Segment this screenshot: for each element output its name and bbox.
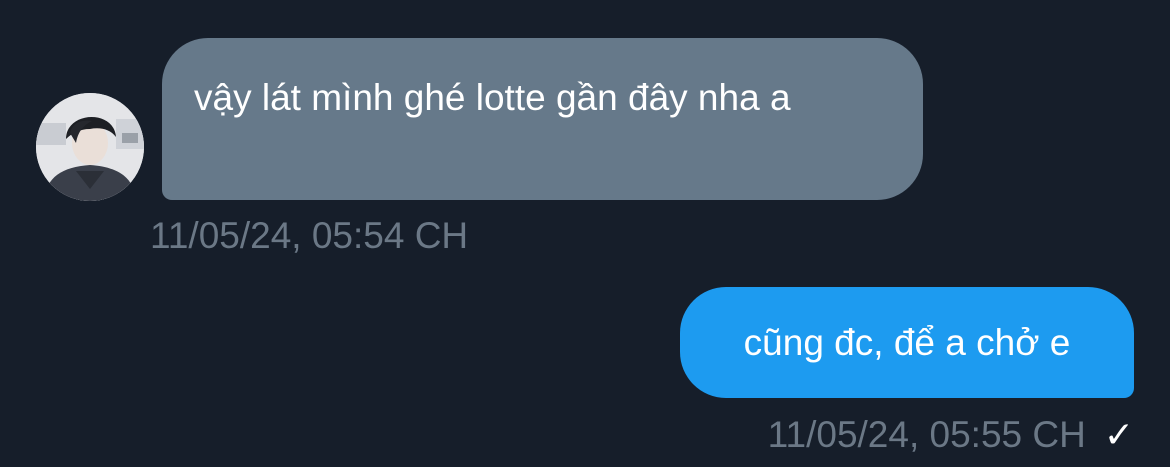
- outgoing-message-bubble[interactable]: cũng đc, để a chở e: [680, 287, 1134, 398]
- incoming-message-bubble[interactable]: vậy lát mình ghé lotte gần đây nha a: [162, 38, 923, 200]
- sender-avatar[interactable]: [36, 93, 144, 201]
- outgoing-message-timestamp: 11/05/24, 05:55 CH: [767, 414, 1086, 455]
- avatar-image: [36, 93, 144, 201]
- incoming-message-timestamp: 11/05/24, 05:54 CH: [150, 215, 469, 256]
- incoming-message-text: vậy lát mình ghé lotte gần đây nha a: [194, 77, 791, 118]
- outgoing-message-text: cũng đc, để a chở e: [743, 322, 1071, 363]
- outgoing-message-meta: 11/05/24, 05:55 CH ✓: [768, 413, 1134, 457]
- check-icon: ✓: [1103, 414, 1134, 455]
